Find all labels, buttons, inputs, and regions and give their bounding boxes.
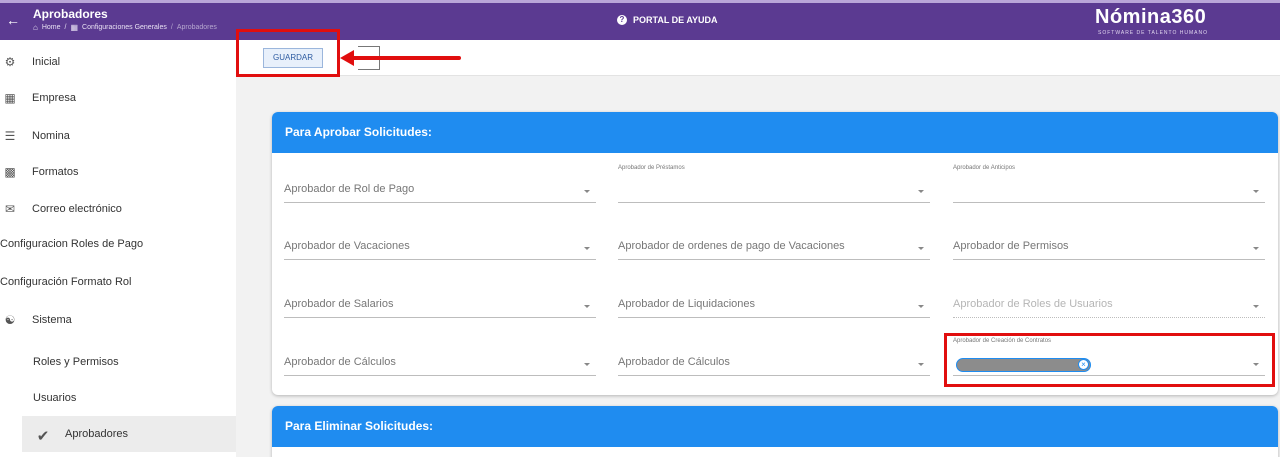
sidebar-item-aprobadores[interactable]: ✔ Aprobadores <box>22 416 236 452</box>
gear-icon: ⚙ <box>4 55 16 69</box>
chevron-down-icon <box>1253 363 1259 366</box>
main-content: GUARDAR Para Aprobar Solicitudes: Aproba… <box>236 29 1280 457</box>
field-label: Aprobador de Salarios <box>284 298 394 310</box>
sidebar-item-label: Configuracion Roles de Pago <box>0 238 144 250</box>
question-icon: ? <box>617 15 627 25</box>
select-aprobador-creacion-contratos[interactable]: Aprobador de Creación de Contratos × <box>953 338 1265 376</box>
sidebar-item-label: Formatos <box>32 166 79 178</box>
breadcrumb-home[interactable]: Home <box>42 24 61 31</box>
field-label: Aprobador de ordenes de pago de Vacacion… <box>618 240 845 252</box>
breadcrumb-current: Aprobadores <box>176 24 217 31</box>
list-icon: ☰ <box>4 129 16 143</box>
delete-section-title: Para Eliminar Solicitudes: <box>272 406 1278 447</box>
sidebar-item-nomina[interactable]: ☰ Nomina <box>0 118 236 154</box>
select-aprobador-calculos-2[interactable]: Aprobador de Cálculos <box>618 338 930 376</box>
save-button[interactable]: GUARDAR <box>263 48 323 68</box>
home-icon: ⌂ <box>33 23 38 32</box>
field-label: Aprobador de Préstamos <box>618 165 685 171</box>
sidebar-item-label: Roles y Permisos <box>33 356 119 368</box>
field-label: Aprobador de Cálculos <box>284 356 396 368</box>
sidebar-item-correo[interactable]: ✉ Correo electrónico <box>0 191 236 227</box>
arrow-left-icon[interactable]: ← <box>6 12 22 28</box>
sidebar-item-formatos[interactable]: ▩ Formatos <box>0 154 236 190</box>
sidebar-item-inicial[interactable]: ⚙ Inicial <box>0 44 236 80</box>
chevron-down-icon <box>918 190 924 193</box>
building-icon: ▦ <box>4 91 16 105</box>
select-aprobador-vacaciones[interactable]: Aprobador de Vacaciones <box>284 222 596 260</box>
envelope-icon: ✉ <box>4 202 16 216</box>
folder-icon: ▩ <box>4 165 16 179</box>
chevron-down-icon <box>584 363 590 366</box>
breadcrumb: ⌂ Home / ▦ Configuraciones Generales / A… <box>33 23 217 32</box>
select-aprobador-prestamos[interactable]: Aprobador de Préstamos <box>618 165 930 203</box>
toolbar: GUARDAR <box>236 40 1280 76</box>
sidebar-item-label: Correo electrónico <box>32 203 122 215</box>
sidebar-item-empresa[interactable]: ▦ Empresa <box>0 80 236 116</box>
sidebar-item-label: Empresa <box>32 92 77 104</box>
field-label: Aprobador de Vacaciones <box>284 240 410 252</box>
select-aprobador-ordenes-vacaciones[interactable]: Aprobador de ordenes de pago de Vacacion… <box>618 222 930 260</box>
select-aprobador-permisos[interactable]: Aprobador de Permisos <box>953 222 1265 260</box>
field-label: Aprobador de Liquidaciones <box>618 298 755 310</box>
select-aprobador-rol-pago[interactable]: Aprobador de Rol de Pago <box>284 165 596 203</box>
annotation-arrow-head <box>340 50 354 66</box>
chevron-down-icon <box>918 305 924 308</box>
select-aprobador-salarios[interactable]: Aprobador de Salarios <box>284 280 596 318</box>
field-label: Aprobador de Anticipos <box>953 165 1016 171</box>
chevron-down-icon <box>918 363 924 366</box>
select-aprobador-liquidaciones[interactable]: Aprobador de Liquidaciones <box>618 280 930 318</box>
sidebar-item-label: Inicial <box>32 56 61 68</box>
help-portal-link[interactable]: ? PORTAL DE AYUDA <box>617 15 718 25</box>
field-label: Aprobador de Rol de Pago <box>284 183 415 195</box>
users-icon: ☯ <box>4 313 16 327</box>
select-aprobador-anticipos[interactable]: Aprobador de Anticipos <box>953 165 1265 203</box>
select-aprobador-roles-usuarios: Aprobador de Roles de Usuarios <box>953 280 1265 318</box>
top-bar: ← Aprobadores ⌂ Home / ▦ Configuraciones… <box>0 0 1280 40</box>
sidebar: ⚙ Inicial ▦ Empresa ☰ Nomina ▩ Formatos … <box>0 40 236 457</box>
sidebar-item-label: Sistema <box>32 314 72 326</box>
sidebar-item-label: Aprobadores <box>65 428 128 440</box>
sidebar-item-sistema[interactable]: ☯ Sistema <box>0 302 236 338</box>
sidebar-item-roles-permisos[interactable]: Roles y Permisos <box>0 344 236 380</box>
sidebar-item-label: Configuración Formato Rol <box>0 276 132 288</box>
chevron-down-icon <box>584 247 590 250</box>
sidebar-item-roles-pago[interactable]: Configuracion Roles de Pago <box>0 226 236 262</box>
brand-tagline: SOFTWARE DE TALENTO HUMANO <box>1098 30 1208 36</box>
check-icon: ✔ <box>36 428 50 445</box>
annotation-arrow <box>346 56 461 60</box>
sidebar-item-label: Usuarios <box>33 392 77 404</box>
delete-section-card: Para Eliminar Solicitudes: <box>272 406 1278 457</box>
chevron-down-icon <box>918 247 924 250</box>
field-label: Aprobador de Roles de Usuarios <box>953 298 1113 310</box>
sidebar-item-formato-rol[interactable]: Configuración Formato Rol <box>0 264 236 300</box>
selected-user-chip: × <box>956 358 1091 372</box>
brand-logo: Nómina360 <box>1095 6 1207 28</box>
chevron-down-icon <box>1253 305 1259 308</box>
sidebar-item-label: Nomina <box>32 130 70 142</box>
select-aprobador-calculos[interactable]: Aprobador de Cálculos <box>284 338 596 376</box>
field-label: Aprobador de Creación de Contratos <box>953 338 1052 344</box>
field-label: Aprobador de Cálculos <box>618 356 730 368</box>
chevron-down-icon <box>584 190 590 193</box>
grid-icon: ▦ <box>70 23 79 32</box>
chevron-down-icon <box>1253 247 1259 250</box>
field-label: Aprobador de Permisos <box>953 240 1069 252</box>
approve-section-title: Para Aprobar Solicitudes: <box>272 112 1278 153</box>
chevron-down-icon <box>584 305 590 308</box>
chevron-down-icon <box>1253 190 1259 193</box>
close-icon[interactable]: × <box>1078 359 1089 370</box>
approve-section-card: Para Aprobar Solicitudes: Aprobador de R… <box>272 112 1278 395</box>
page-title: Aprobadores <box>33 7 108 21</box>
sidebar-item-usuarios[interactable]: Usuarios <box>0 380 236 416</box>
help-label: PORTAL DE AYUDA <box>633 15 718 25</box>
breadcrumb-config[interactable]: Configuraciones Generales <box>82 24 167 31</box>
